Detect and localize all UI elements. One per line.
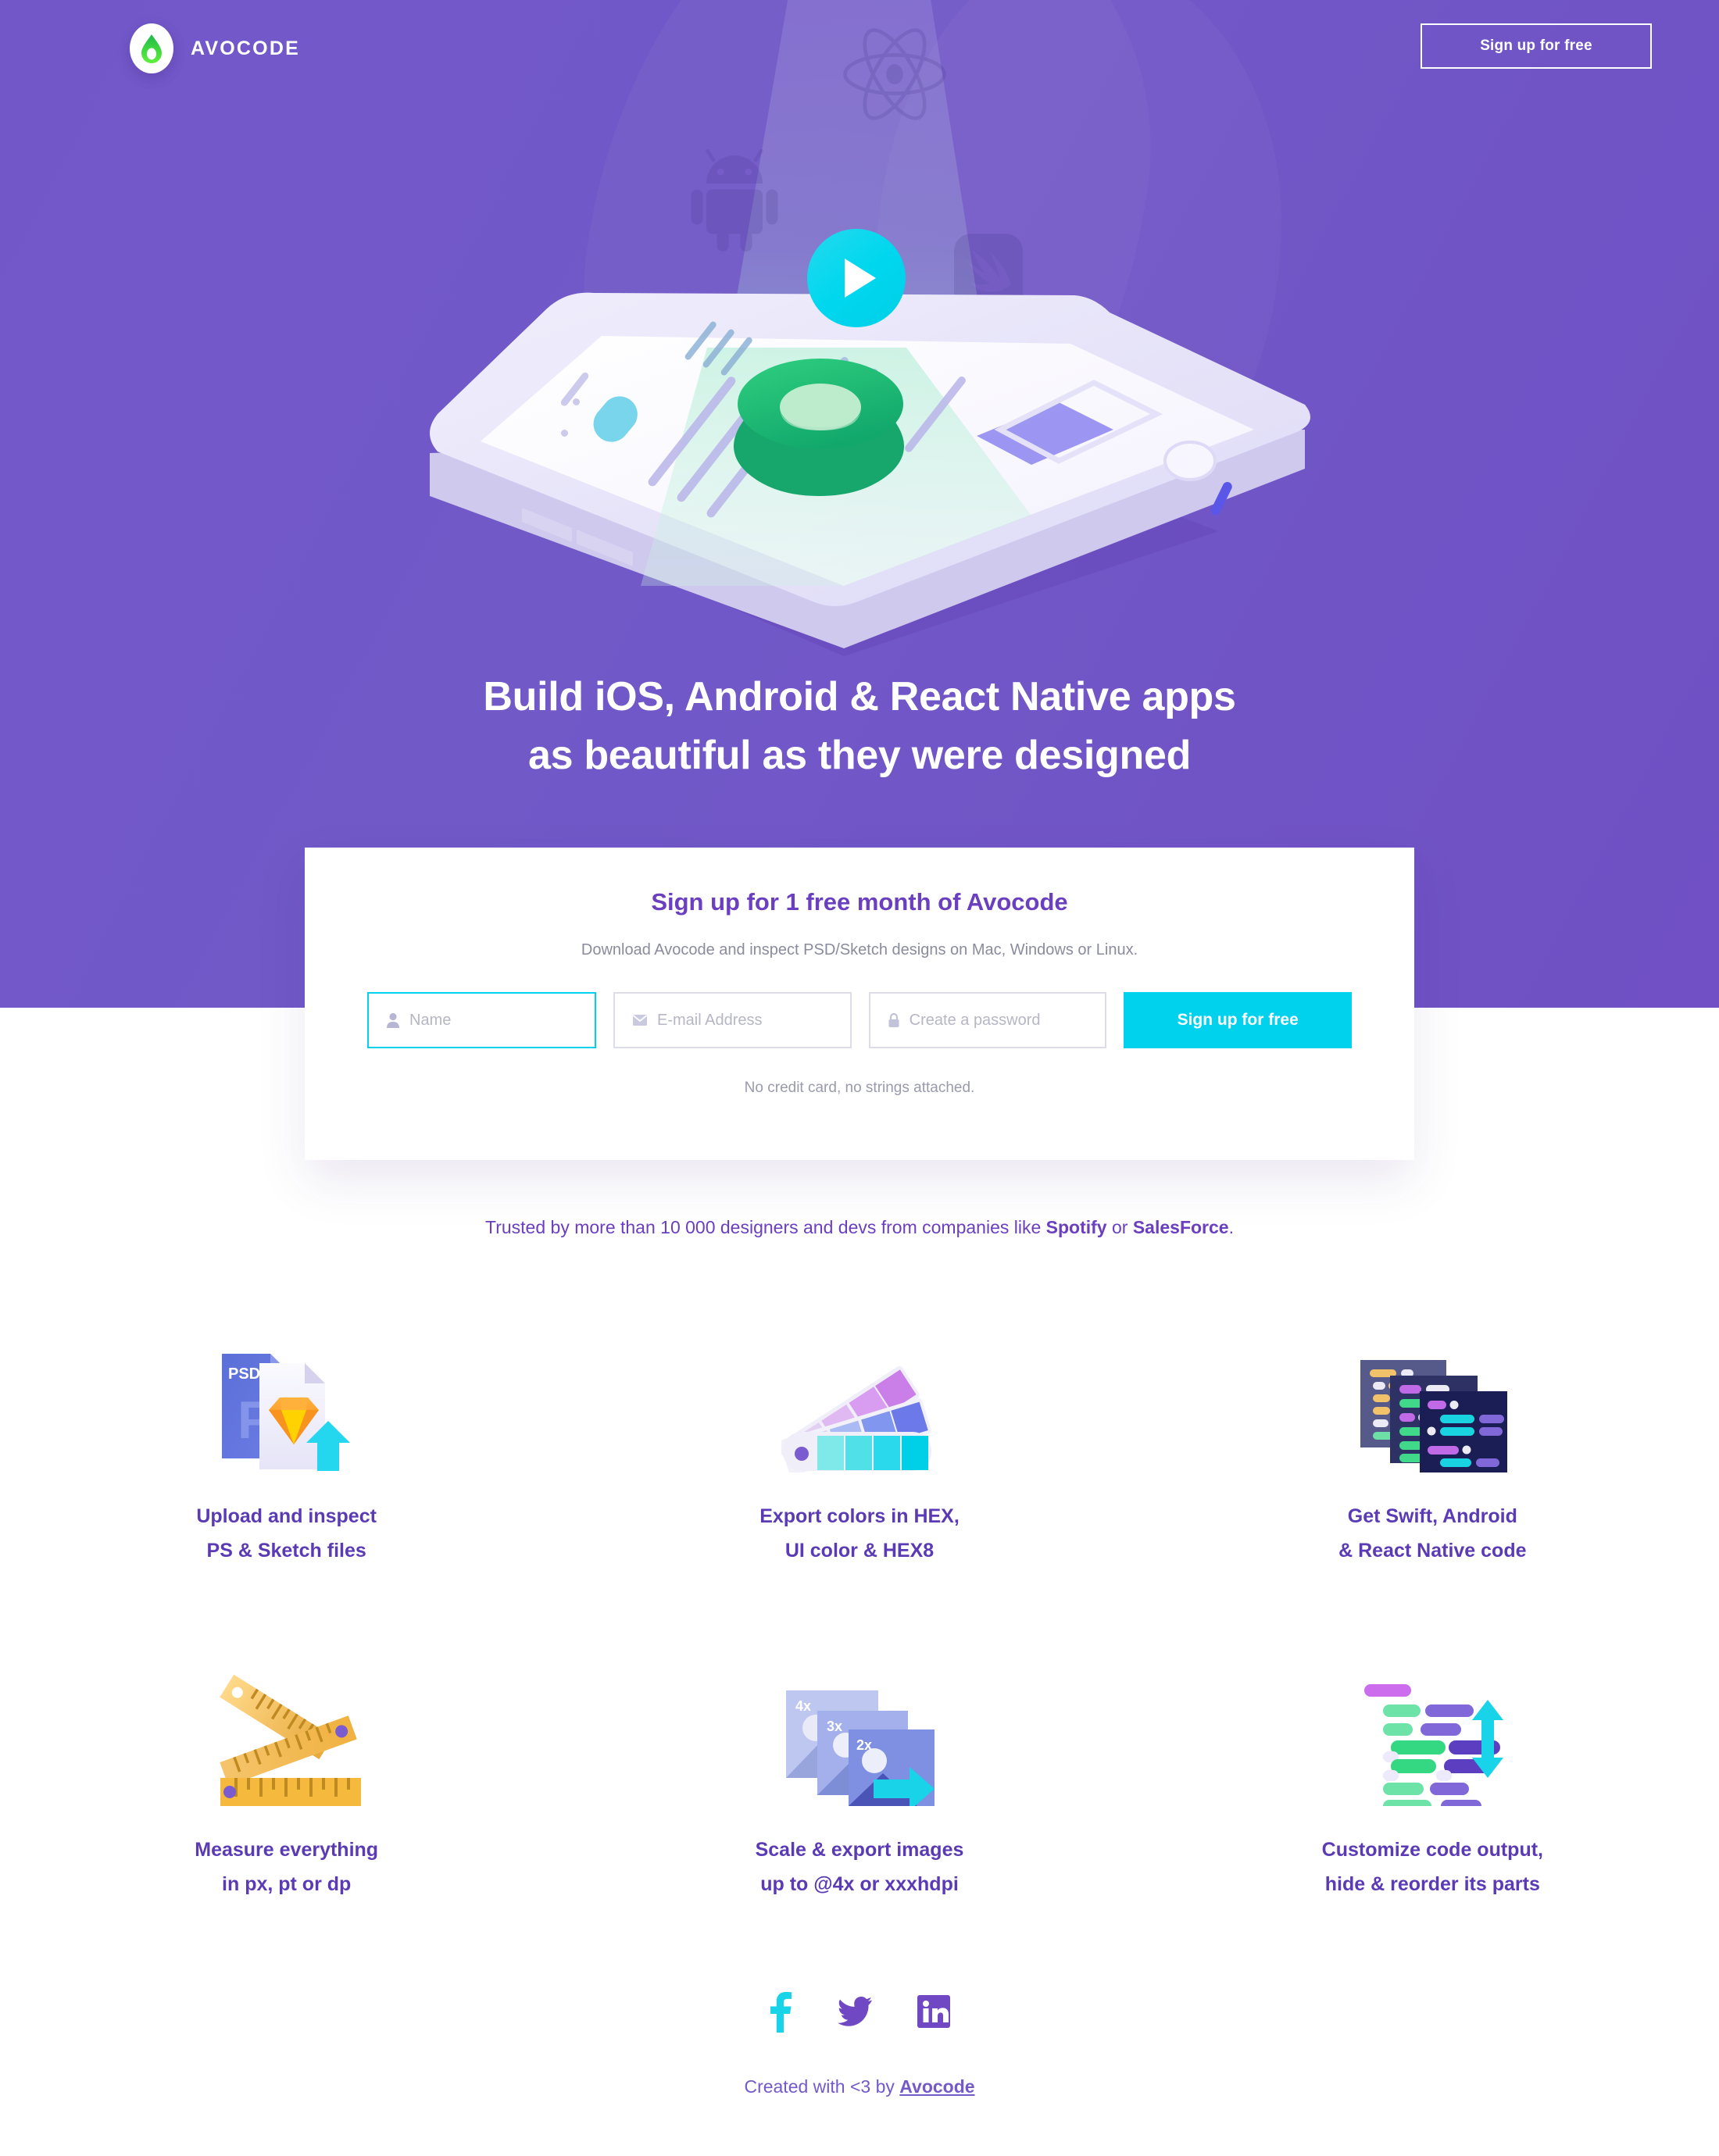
feature-label-line-1: Customize code output,	[1321, 1839, 1543, 1861]
feature-customize-output: Customize code output, hide & reorder it…	[1146, 1646, 1719, 1901]
signup-card-title: Sign up for 1 free month of Avocode	[651, 888, 1068, 916]
signup-card-subtitle: Download Avocode and inspect PSD/Sketch …	[581, 941, 1138, 958]
scale-label-4x: 4x	[795, 1698, 811, 1714]
feature-label: Measure everything in px, pt or dp	[195, 1833, 378, 1901]
footer-avocode-link[interactable]: Avocode	[899, 2076, 974, 2097]
color-swatches-icon	[781, 1312, 938, 1472]
header-signup-button[interactable]: Sign up for free	[1421, 23, 1652, 69]
features-section: PSD P Upload and inspect PS & Sketch fil…	[0, 1312, 1719, 1901]
name-field[interactable]	[367, 992, 596, 1048]
code-windows-icon	[1354, 1312, 1510, 1472]
code-reorder-icon	[1350, 1646, 1514, 1806]
scale-label-3x: 3x	[827, 1719, 842, 1734]
brand-logo[interactable]: AVOCODE	[130, 23, 300, 73]
android-icon	[691, 148, 778, 252]
feature-label-line-2: UI color & HEX8	[784, 1540, 935, 1562]
feature-label-line-2: in px, pt or dp	[222, 1873, 352, 1895]
email-field[interactable]	[613, 992, 852, 1048]
password-input[interactable]	[909, 1011, 1088, 1030]
signup-note: No credit card, no strings attached.	[744, 1080, 975, 1096]
feature-measure: Measure everything in px, pt or dp	[0, 1646, 573, 1901]
social-links	[0, 1984, 1719, 2039]
feature-upload-inspect: PSD P Upload and inspect PS & Sketch fil…	[0, 1312, 573, 1568]
trust-prefix: Trusted by more than 10 000 designers an…	[485, 1217, 1046, 1237]
trust-line: Trusted by more than 10 000 designers an…	[0, 1217, 1719, 1238]
trust-company-2: SalesForce	[1132, 1217, 1229, 1237]
email-input[interactable]	[657, 1011, 833, 1030]
signup-form: Sign up for free	[305, 992, 1414, 1048]
folding-ruler-icon	[205, 1646, 369, 1806]
scale-label-2x: 2x	[856, 1737, 872, 1753]
linkedin-icon[interactable]	[917, 1995, 950, 2028]
signup-submit-button[interactable]: Sign up for free	[1124, 992, 1353, 1048]
facebook-icon[interactable]	[769, 1990, 792, 2033]
trust-company-1: Spotify	[1045, 1217, 1107, 1237]
feature-get-code: Get Swift, Android & React Native code	[1146, 1312, 1719, 1568]
image-scale-icon: 4x 3x 2x	[781, 1646, 938, 1806]
phone-illustration	[430, 292, 1311, 656]
feature-label: Scale & export images up to @4x or xxxhd…	[756, 1833, 964, 1901]
psd-sketch-upload-icon: PSD P	[205, 1312, 369, 1472]
feature-label-line-2: & React Native code	[1338, 1540, 1527, 1562]
features-row-2: Measure everything in px, pt or dp 4x 3x…	[0, 1646, 1719, 1901]
feature-label-line-1: Scale & export images	[755, 1839, 964, 1861]
play-video-button[interactable]	[807, 229, 906, 327]
feature-label-line-1: Measure everything	[195, 1839, 379, 1861]
headline-line-1: Build iOS, Android & React Native apps	[483, 674, 1236, 719]
feature-label-line-2: up to @4x or xxxhdpi	[760, 1873, 959, 1895]
headline-line-2: as beautiful as they were designed	[527, 733, 1192, 778]
signup-card: Sign up for 1 free month of Avocode Down…	[305, 848, 1414, 1160]
footer-credit-prefix: Created with <3 by	[744, 2076, 900, 2097]
footer-credit: Created with <3 by Avocode	[0, 2076, 1719, 2097]
twitter-icon[interactable]	[838, 1997, 872, 2026]
feature-label-line-1: Export colors in HEX,	[759, 1505, 960, 1527]
feature-export-colors: Export colors in HEX, UI color & HEX8	[573, 1312, 1145, 1568]
trust-suffix: .	[1228, 1217, 1234, 1237]
site-footer: Created with <3 by Avocode	[0, 1984, 1719, 2097]
site-header: AVOCODE Sign up for free	[0, 0, 1719, 109]
landing-page: AVOCODE Sign up for free Build iOS, Andr…	[0, 0, 1719, 2156]
feature-label-line-1: Upload and inspect	[196, 1505, 377, 1527]
brand-name: AVOCODE	[191, 37, 300, 59]
feature-label-line-1: Get Swift, Android	[1347, 1505, 1517, 1527]
feature-label-line-2: PS & Sketch files	[206, 1540, 366, 1562]
feature-label: Upload and inspect PS & Sketch files	[196, 1499, 377, 1568]
features-row-1: PSD P Upload and inspect PS & Sketch fil…	[0, 1312, 1719, 1568]
feature-scale-export: 4x 3x 2x Scale & export images up to @4x…	[573, 1646, 1145, 1901]
feature-label-line-2: hide & reorder its parts	[1324, 1873, 1540, 1895]
name-input[interactable]	[409, 1011, 577, 1030]
page-title: Build iOS, Android & React Native apps a…	[0, 668, 1719, 785]
mail-icon	[632, 1014, 648, 1026]
feature-label: Export colors in HEX, UI color & HEX8	[759, 1499, 960, 1568]
user-icon	[386, 1012, 400, 1028]
feature-label: Customize code output, hide & reorder it…	[1322, 1833, 1543, 1901]
password-field[interactable]	[868, 992, 1107, 1048]
lock-icon	[888, 1012, 900, 1028]
avocado-drop-icon	[130, 23, 173, 73]
play-icon	[845, 259, 876, 298]
psd-label: PSD	[228, 1365, 260, 1383]
feature-label: Get Swift, Android & React Native code	[1338, 1499, 1526, 1568]
trust-middle: or	[1106, 1217, 1133, 1237]
